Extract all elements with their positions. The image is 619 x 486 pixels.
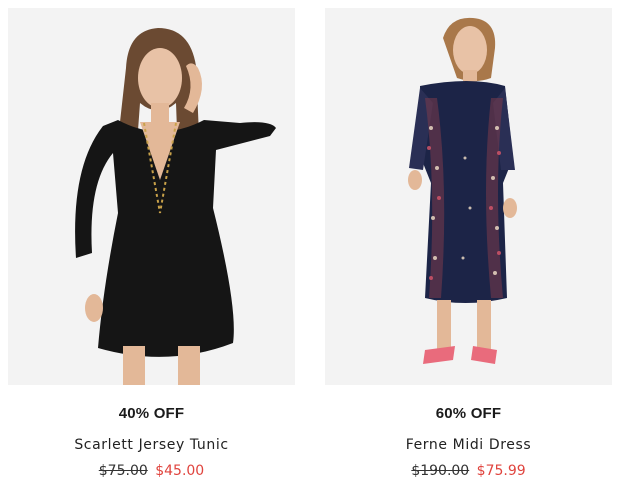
- product-name[interactable]: Scarlett Jersey Tunic: [8, 436, 295, 454]
- product-image-navy-floral-dress[interactable]: [325, 8, 612, 385]
- sale-price: $45.00: [155, 463, 205, 479]
- model-black-dress-illustration: [8, 8, 295, 385]
- product-name[interactable]: Ferne Midi Dress: [325, 436, 612, 454]
- model-floral-dress-illustration: [325, 8, 612, 385]
- price-row: $190.00 $75.99: [325, 462, 612, 480]
- price-row: $75.00 $45.00: [8, 462, 295, 480]
- product-image-black-tunic[interactable]: [8, 8, 295, 385]
- sale-price: $75.99: [476, 463, 526, 479]
- product-card-scarlett-jersey-tunic[interactable]: 40% OFF Scarlett Jersey Tunic $75.00 $45…: [8, 8, 295, 480]
- discount-label: 40% OFF: [118, 405, 185, 422]
- discount-label: 60% OFF: [435, 405, 502, 422]
- original-price: $190.00: [411, 463, 470, 479]
- product-grid: 40% OFF Scarlett Jersey Tunic $75.00 $45…: [0, 0, 619, 486]
- product-card-ferne-midi-dress[interactable]: 60% OFF Ferne Midi Dress $190.00 $75.99: [325, 8, 612, 480]
- original-price: $75.00: [98, 463, 148, 479]
